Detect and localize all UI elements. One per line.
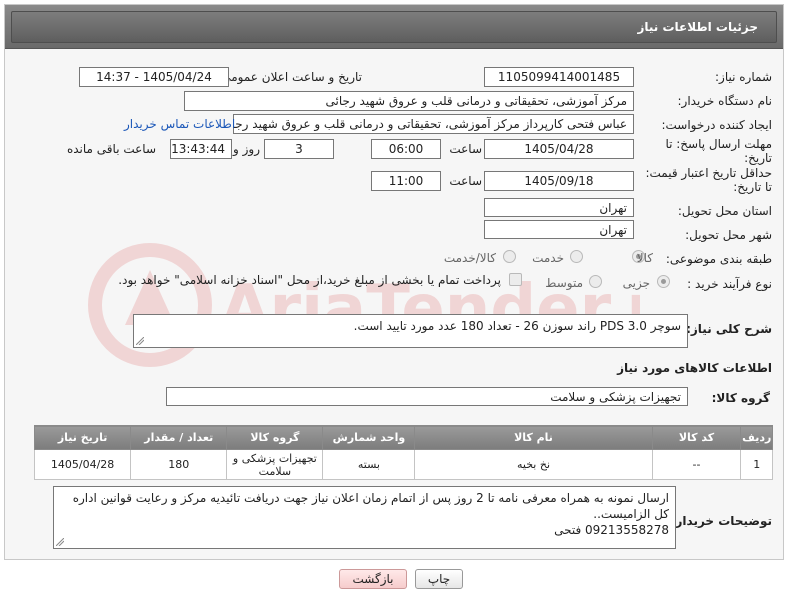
announce-label: تاریخ و ساعت اعلان عمومی: bbox=[217, 70, 362, 84]
need-number-label: شماره نیاز: bbox=[715, 70, 772, 84]
buyer-notes-line2: 09213558278 فتحی bbox=[554, 523, 669, 537]
reply-date-field: 1405/04/28 bbox=[484, 139, 634, 159]
resize-grip-icon[interactable] bbox=[56, 538, 64, 546]
days-field: 3 bbox=[264, 139, 334, 159]
province-field: تهران bbox=[484, 198, 634, 217]
category-option-both: کالا/خدمت bbox=[443, 251, 496, 265]
buyer-org-field: مرکز آموزشی، تحقیقاتی و درمانی قلب و عرو… bbox=[184, 91, 634, 111]
goods-table: ردیف کد کالا نام کالا واحد شمارش گروه کا… bbox=[33, 425, 773, 480]
need-number-field: 1105099414001485 bbox=[484, 67, 634, 87]
city-field: تهران bbox=[484, 220, 634, 239]
col-row: ردیف bbox=[740, 425, 773, 450]
remaining-time-label: ساعت باقی مانده bbox=[66, 142, 156, 156]
reply-deadline-label: مهلت ارسال پاسخ: تا تاریخ: bbox=[665, 137, 772, 165]
cell-group: تجهیزات پزشکی و سلامت bbox=[226, 449, 324, 480]
treasury-payment-note: پرداخت تمام یا بخشی از مبلغ خرید،از محل … bbox=[118, 273, 501, 287]
reply-time-label: ساعت bbox=[449, 142, 482, 156]
panel-header-bar: جزئیات اطلاعات نیاز bbox=[11, 11, 777, 43]
col-unit: واحد شمارش bbox=[322, 425, 416, 450]
overall-desc-text: سوچر PDS 3.0 راند سوزن 26 - تعداد 180 عد… bbox=[353, 319, 681, 333]
col-name: نام کالا bbox=[414, 425, 653, 450]
purchase-option-minor: جزیی bbox=[622, 276, 650, 290]
buyer-contact-link[interactable]: اطلاعات تماس خریدار bbox=[124, 117, 235, 131]
col-group: گروه کالا bbox=[226, 425, 324, 450]
purchase-radio-medium[interactable] bbox=[589, 275, 602, 288]
cell-name: نخ بخیه bbox=[414, 449, 653, 480]
goods-group-label: گروه کالا: bbox=[711, 391, 770, 405]
purchase-type-label: نوع فرآیند خرید : bbox=[687, 277, 772, 291]
resize-grip-icon[interactable] bbox=[136, 337, 144, 345]
col-code: کد کالا bbox=[651, 425, 742, 450]
col-qty: تعداد / مقدار bbox=[130, 425, 228, 450]
days-label: روز و bbox=[233, 142, 260, 156]
print-button[interactable]: چاپ bbox=[415, 569, 463, 589]
category-option-service: خدمت bbox=[532, 251, 564, 265]
cell-code: -- bbox=[651, 449, 742, 480]
remaining-time-field: 13:43:44 bbox=[170, 139, 232, 159]
cell-row: 1 bbox=[740, 449, 773, 480]
buyer-notes-label: توضیحات خریدار: bbox=[670, 514, 772, 528]
reply-time-field: 06:00 bbox=[371, 139, 441, 159]
overall-desc-label: شرح کلی نیاز: bbox=[686, 322, 772, 336]
buyer-notes-field: ارسال نمونه به همراه معرفی نامه تا 2 روز… bbox=[53, 486, 676, 549]
category-radio-service[interactable] bbox=[570, 250, 583, 263]
buyer-org-label: نام دستگاه خریدار: bbox=[677, 94, 773, 108]
creator-field: عباس فتحی کارپرداز مرکز آموزشی، تحقیقاتی… bbox=[233, 114, 634, 134]
table-row: 1 -- نخ بخیه بسته تجهیزات پزشکی و سلامت … bbox=[33, 449, 773, 480]
category-radio-both[interactable] bbox=[503, 250, 516, 263]
validity-time-label: ساعت bbox=[449, 174, 482, 188]
treasury-payment-checkbox[interactable] bbox=[509, 273, 522, 286]
province-label: استان محل تحویل: bbox=[677, 204, 772, 218]
goods-group-field: تجهیزات پزشکی و سلامت bbox=[166, 387, 688, 406]
price-validity-label: حداقل تاریخ اعتبار قیمت: تا تاریخ: bbox=[645, 166, 772, 194]
cell-qty: 180 bbox=[130, 449, 228, 480]
creator-label: ایجاد کننده درخواست: bbox=[661, 118, 772, 132]
category-label: طبقه بندی موضوعی: bbox=[665, 252, 772, 266]
category-option-goods: کالا bbox=[636, 251, 653, 265]
panel-header: جزئیات اطلاعات نیاز bbox=[5, 5, 783, 49]
back-button[interactable]: بازگشت bbox=[339, 569, 407, 589]
purchase-radio-minor[interactable] bbox=[657, 275, 670, 288]
validity-time-field: 11:00 bbox=[371, 171, 441, 191]
announce-datetime-field: 1405/04/24 - 14:37 bbox=[79, 67, 229, 87]
overall-desc-field: سوچر PDS 3.0 راند سوزن 26 - تعداد 180 عد… bbox=[133, 314, 688, 348]
goods-section-title: اطلاعات کالاهای مورد نیاز bbox=[617, 361, 772, 375]
cell-unit: بسته bbox=[322, 449, 416, 480]
validity-date-field: 1405/09/18 bbox=[484, 171, 634, 191]
purchase-option-medium: متوسط bbox=[545, 276, 583, 290]
cell-date: 1405/04/28 bbox=[33, 449, 132, 480]
col-date: تاریخ نیاز bbox=[33, 425, 132, 450]
goods-table-header: ردیف کد کالا نام کالا واحد شمارش گروه کا… bbox=[33, 425, 773, 450]
panel-title: جزئیات اطلاعات نیاز bbox=[637, 20, 758, 34]
buyer-notes-line1: ارسال نمونه به همراه معرفی نامه تا 2 روز… bbox=[72, 491, 669, 521]
city-label: شهر محل تحویل: bbox=[685, 228, 772, 242]
